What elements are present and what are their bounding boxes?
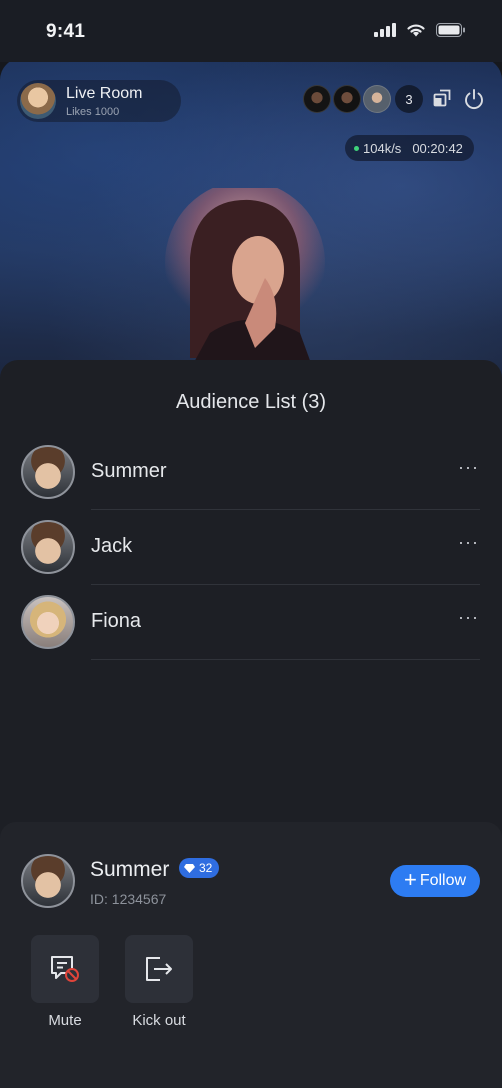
user-avatar[interactable] <box>21 854 75 908</box>
user-detail-card: Summer 32 ID: 1234567 + Follow Mute Kick… <box>0 822 502 1088</box>
user-level-badge: 32 <box>179 858 220 878</box>
signal-icon <box>374 22 396 37</box>
room-info-pill[interactable]: Live Room Likes 1000 <box>17 80 181 122</box>
status-bar: 9:41 <box>0 0 502 62</box>
audience-row[interactable]: Jack ··· <box>0 510 502 585</box>
follow-label: Follow <box>419 872 467 889</box>
viewer-count[interactable]: 3 <box>395 85 423 113</box>
viewer-avatar[interactable] <box>363 85 391 113</box>
power-exit-icon[interactable] <box>463 88 485 110</box>
bitrate-text: 104k/s <box>363 140 402 156</box>
viewer-avatar[interactable] <box>303 85 331 113</box>
audience-row[interactable]: Fiona ··· <box>0 585 502 660</box>
live-dot-icon <box>354 145 359 151</box>
kick-out-button[interactable] <box>125 935 193 1003</box>
duration-text: 00:20:42 <box>412 140 463 156</box>
viewer-avatar[interactable] <box>333 85 361 113</box>
mute-button[interactable] <box>31 935 99 1003</box>
follow-button[interactable]: + Follow <box>390 865 480 897</box>
diamond-icon <box>184 863 195 873</box>
audience-name: Jack <box>91 535 133 557</box>
pip-window-icon[interactable] <box>432 88 452 108</box>
user-name: Summer <box>90 858 170 881</box>
more-options-icon[interactable]: ··· <box>458 532 479 553</box>
stream-stats-pill: 104k/s 00:20:42 <box>345 135 474 161</box>
mute-chat-icon <box>51 956 79 982</box>
row-divider <box>91 659 480 660</box>
audience-avatar[interactable] <box>21 520 75 574</box>
host-avatar <box>20 83 56 119</box>
streamer-video <box>165 188 325 378</box>
audience-name: Summer <box>91 460 167 482</box>
user-id: ID: 1234567 <box>90 891 167 907</box>
more-options-icon[interactable]: ··· <box>458 457 479 478</box>
audience-avatar[interactable] <box>21 595 75 649</box>
kick-out-label: Kick out <box>132 1012 186 1029</box>
wifi-icon <box>407 24 425 37</box>
status-time: 9:41 <box>46 21 86 42</box>
audience-row[interactable]: Summer ··· <box>0 435 502 510</box>
more-options-icon[interactable]: ··· <box>458 607 479 628</box>
audience-name: Fiona <box>91 610 142 632</box>
audience-avatar[interactable] <box>21 445 75 499</box>
viewer-avatars[interactable]: 3 <box>303 85 423 113</box>
battery-icon <box>436 22 465 37</box>
room-title: Live Room <box>66 84 143 102</box>
exit-door-icon <box>146 957 172 981</box>
mute-label: Mute <box>48 1012 82 1029</box>
room-likes: Likes 1000 <box>66 105 120 118</box>
live-video-stage: Live Room Likes 1000 3 104k/s 00:20:42 <box>0 58 502 378</box>
user-level: 32 <box>199 861 213 875</box>
audience-list-title: Audience List (3) <box>175 391 327 413</box>
plus-icon: + <box>403 867 417 892</box>
status-icons <box>374 22 466 37</box>
kick-out-action[interactable]: Kick out <box>125 935 193 1029</box>
mute-action[interactable]: Mute <box>31 935 99 1029</box>
